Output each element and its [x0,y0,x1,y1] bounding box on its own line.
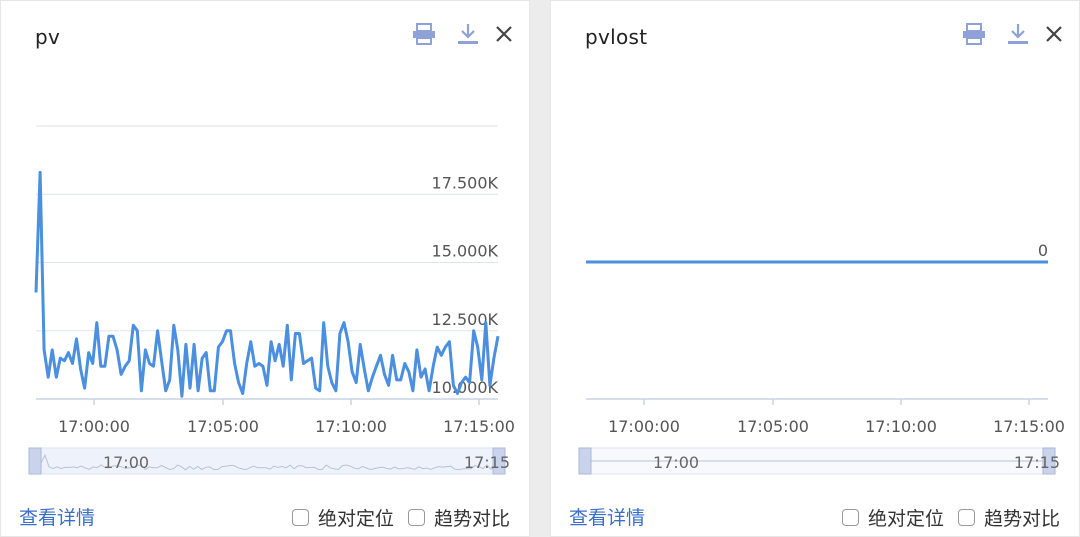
y-tick-label: 17.500K [432,173,499,192]
x-tick-label: 17:15:00 [443,417,515,436]
checkbox-label: 绝对定位 [318,508,395,530]
x-tick-label: 17:00:00 [608,417,680,436]
view-details-link[interactable]: 查看详情 [19,503,95,530]
pvlost-line-chart: 0 17:00:00 17:05:00 17:10:00 17:15:00 17:00 17… [578,241,1065,475]
chart-panel-pvlost: pvlost 0 17:00:00 17:05:00 17:10:00 17:15:00… [550,0,1080,537]
zoom-handle-left [578,447,592,475]
trend-compare-checkbox[interactable]: 趋势对比 [408,504,510,531]
chart-panel-pv: pv 10.000K 12.500K 15.000K 17.500K 17:00:00 1… [0,0,530,537]
y-tick-label: 0 [1038,241,1048,260]
y-tick-label: 12.500K [432,310,499,329]
y-tick-label: 15.000K [432,242,499,261]
zoom-label-end: 17:15 [464,453,510,472]
x-tick-label: 17:10:00 [315,417,387,436]
zoom-handle-left [28,447,42,475]
series-line-pv [34,170,500,398]
absolute-position-checkbox[interactable]: 绝对定位 [842,504,944,531]
absolute-position-checkbox[interactable]: 绝对定位 [292,504,394,531]
checkbox-label: 绝对定位 [868,508,945,530]
trend-compare-checkbox[interactable]: 趋势对比 [958,504,1060,531]
checkbox-box[interactable] [958,509,975,526]
zoom-label-start: 17:00 [653,453,699,472]
x-tick-label: 17:05:00 [737,417,809,436]
x-tick-label: 17:05:00 [187,417,259,436]
checkbox-label: 趋势对比 [984,508,1061,530]
view-details-link[interactable]: 查看详情 [569,503,645,530]
x-tick-label: 17:10:00 [865,417,937,436]
checkbox-label: 趋势对比 [434,508,511,530]
x-tick-label: 17:15:00 [993,417,1065,436]
pv-line-chart: 10.000K12.500K15.000K17.500K17:00:00 17:0… [28,125,515,475]
zoom-label-start: 17:00 [103,453,149,472]
checkbox-box[interactable] [408,509,425,526]
checkbox-box[interactable] [292,509,309,526]
checkbox-box[interactable] [842,509,859,526]
x-tick-label: 17:00:00 [58,417,130,436]
zoom-label-end: 17:15 [1014,453,1060,472]
zoom-slider-track [28,447,506,475]
